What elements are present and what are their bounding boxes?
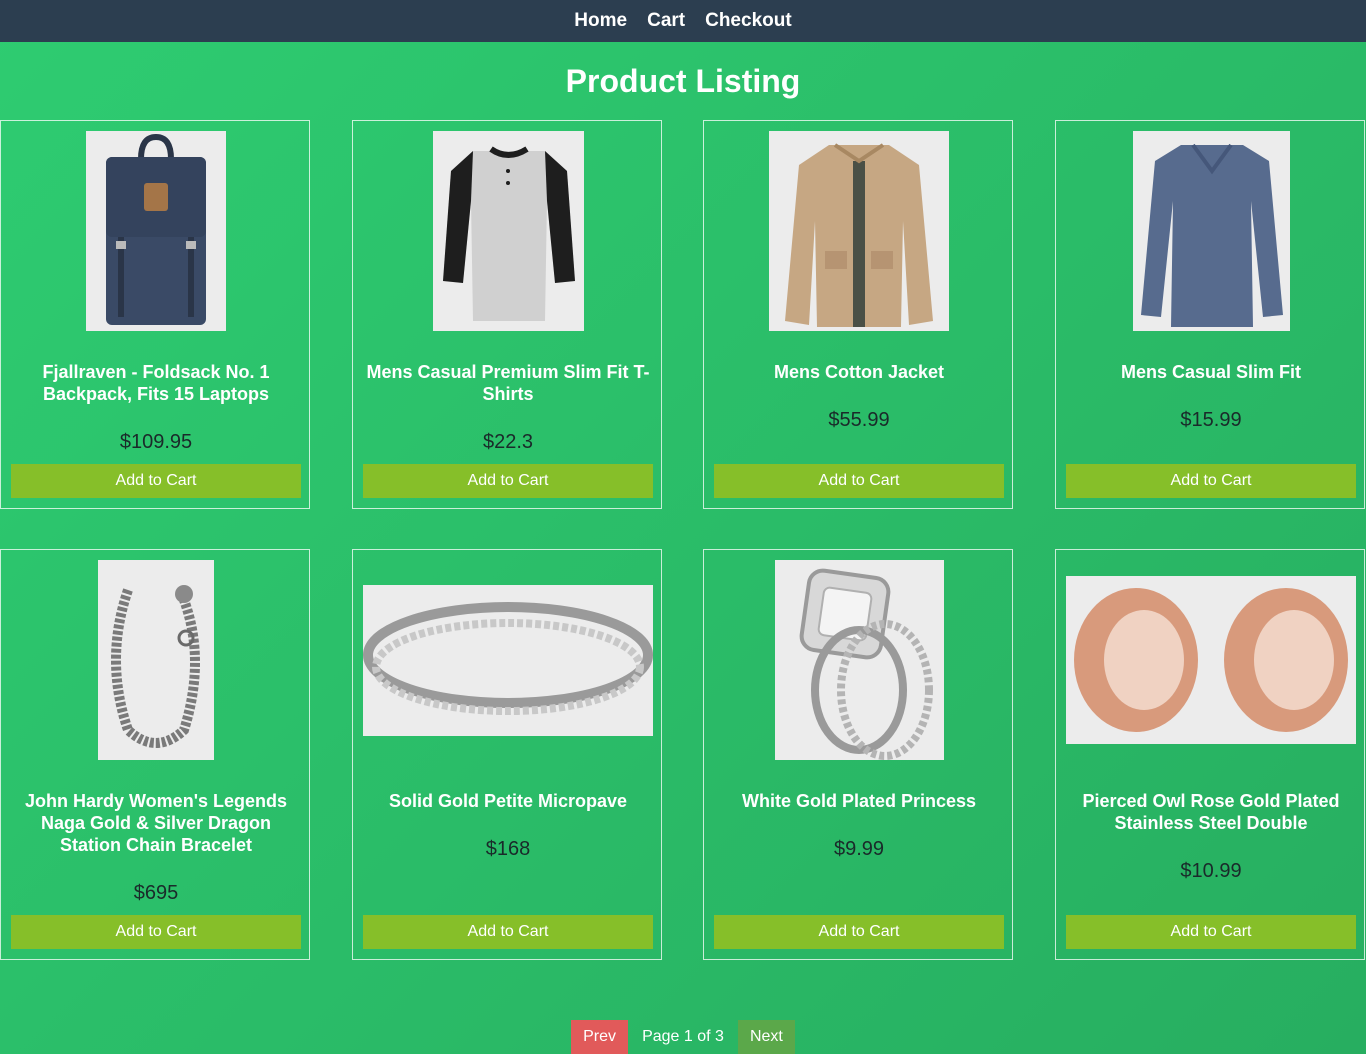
product-price: $55.99 [828, 409, 890, 431]
product-card: Solid Gold Petite Micropave $168 Add to … [352, 549, 662, 960]
product-title: Mens Casual Slim Fit [1120, 362, 1302, 382]
product-title: John Hardy Women's Legends Naga Gold & S… [25, 791, 287, 855]
product-title: White Gold Plated Princess [741, 791, 977, 811]
product-image [11, 131, 301, 331]
product-price: $22.3 [482, 431, 534, 453]
add-to-cart-button[interactable]: Add to Cart [11, 915, 301, 949]
product-title: Mens Cotton Jacket [773, 362, 945, 382]
product-card: Mens Cotton Jacket $55.99 Add to Cart [703, 120, 1013, 509]
add-to-cart-button[interactable]: Add to Cart [363, 464, 653, 498]
add-to-cart-button[interactable]: Add to Cart [714, 464, 1004, 498]
top-navbar: Home Cart Checkout [0, 0, 1366, 42]
product-price: $695 [133, 882, 179, 904]
product-image [714, 560, 1004, 760]
princess-ring-image [774, 560, 944, 760]
product-price: $9.99 [833, 838, 885, 860]
product-title: Solid Gold Petite Micropave [388, 791, 628, 811]
product-price: $10.99 [1180, 860, 1242, 882]
page-title: Product Listing [565, 63, 801, 99]
next-page-button[interactable]: Next [737, 1020, 795, 1054]
bracelet-image [98, 560, 214, 760]
ring-image [363, 584, 653, 736]
pagination: Prev Page 1 of 3 Next [0, 1020, 1366, 1054]
page-indicator: Page 1 of 3 [642, 1028, 724, 1045]
product-card: Mens Casual Premium Slim Fit T-Shirts $2… [352, 120, 662, 509]
nav-cart-link[interactable]: Cart [647, 10, 685, 32]
product-image [1066, 131, 1356, 331]
product-title: Pierced Owl Rose Gold Plated Stainless S… [1082, 791, 1340, 833]
prev-page-button[interactable]: Prev [571, 1020, 629, 1054]
product-card: Pierced Owl Rose Gold Plated Stainless S… [1055, 549, 1365, 960]
product-image [1066, 560, 1356, 760]
product-image [363, 560, 653, 760]
nav-home-link[interactable]: Home [574, 10, 627, 32]
add-to-cart-button[interactable]: Add to Cart [11, 464, 301, 498]
add-to-cart-button[interactable]: Add to Cart [1066, 915, 1356, 949]
product-image [714, 131, 1004, 331]
product-image [11, 560, 301, 760]
product-title: Fjallraven - Foldsack No. 1 Backpack, Fi… [42, 362, 270, 404]
product-title: Mens Casual Premium Slim Fit T-Shirts [366, 362, 650, 404]
product-image [363, 131, 653, 331]
add-to-cart-button[interactable]: Add to Cart [1066, 464, 1356, 498]
product-card: White Gold Plated Princess $9.99 Add to … [703, 549, 1013, 960]
add-to-cart-button[interactable]: Add to Cart [714, 915, 1004, 949]
jacket-image [769, 131, 949, 331]
product-card: John Hardy Women's Legends Naga Gold & S… [0, 549, 310, 960]
nav-checkout-link[interactable]: Checkout [705, 10, 792, 32]
product-price: $109.95 [119, 431, 193, 453]
backpack-image [86, 131, 226, 331]
product-card: Mens Casual Slim Fit $15.99 Add to Cart [1055, 120, 1365, 509]
product-card: Fjallraven - Foldsack No. 1 Backpack, Fi… [0, 120, 310, 509]
product-price: $168 [485, 838, 531, 860]
longsleeve-image [1132, 131, 1290, 331]
add-to-cart-button[interactable]: Add to Cart [363, 915, 653, 949]
product-price: $15.99 [1180, 409, 1242, 431]
earring-tunnels-image [1066, 576, 1356, 744]
tshirt-image [432, 131, 584, 331]
